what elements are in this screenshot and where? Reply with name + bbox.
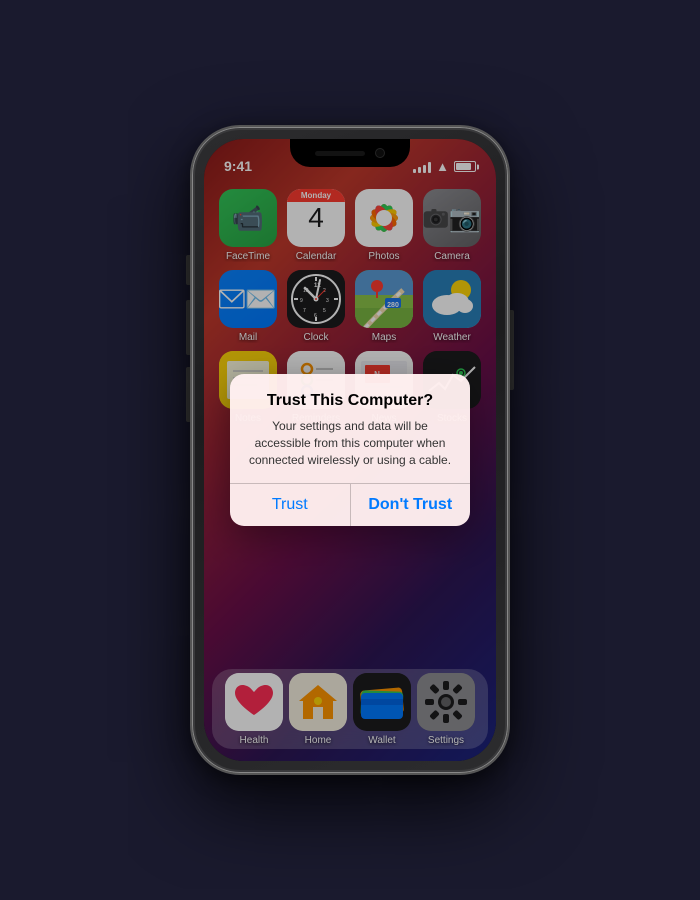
alert-title: Trust This Computer? (246, 392, 454, 410)
dont-trust-button[interactable]: Don't Trust (351, 484, 471, 526)
trust-button[interactable]: Trust (230, 484, 351, 526)
phone-body: 9:41 ▲ (190, 125, 510, 775)
phone-screen: 9:41 ▲ (204, 139, 496, 761)
alert-content: Trust This Computer? Your settings and d… (230, 374, 470, 482)
power-button[interactable] (510, 310, 514, 390)
alert-overlay: Trust This Computer? Your settings and d… (204, 139, 496, 761)
trust-computer-dialog: Trust This Computer? Your settings and d… (230, 374, 470, 525)
phone-frame: 9:41 ▲ (190, 125, 510, 775)
alert-buttons: Trust Don't Trust (230, 483, 470, 526)
alert-message: Your settings and data will be accessibl… (246, 418, 454, 468)
